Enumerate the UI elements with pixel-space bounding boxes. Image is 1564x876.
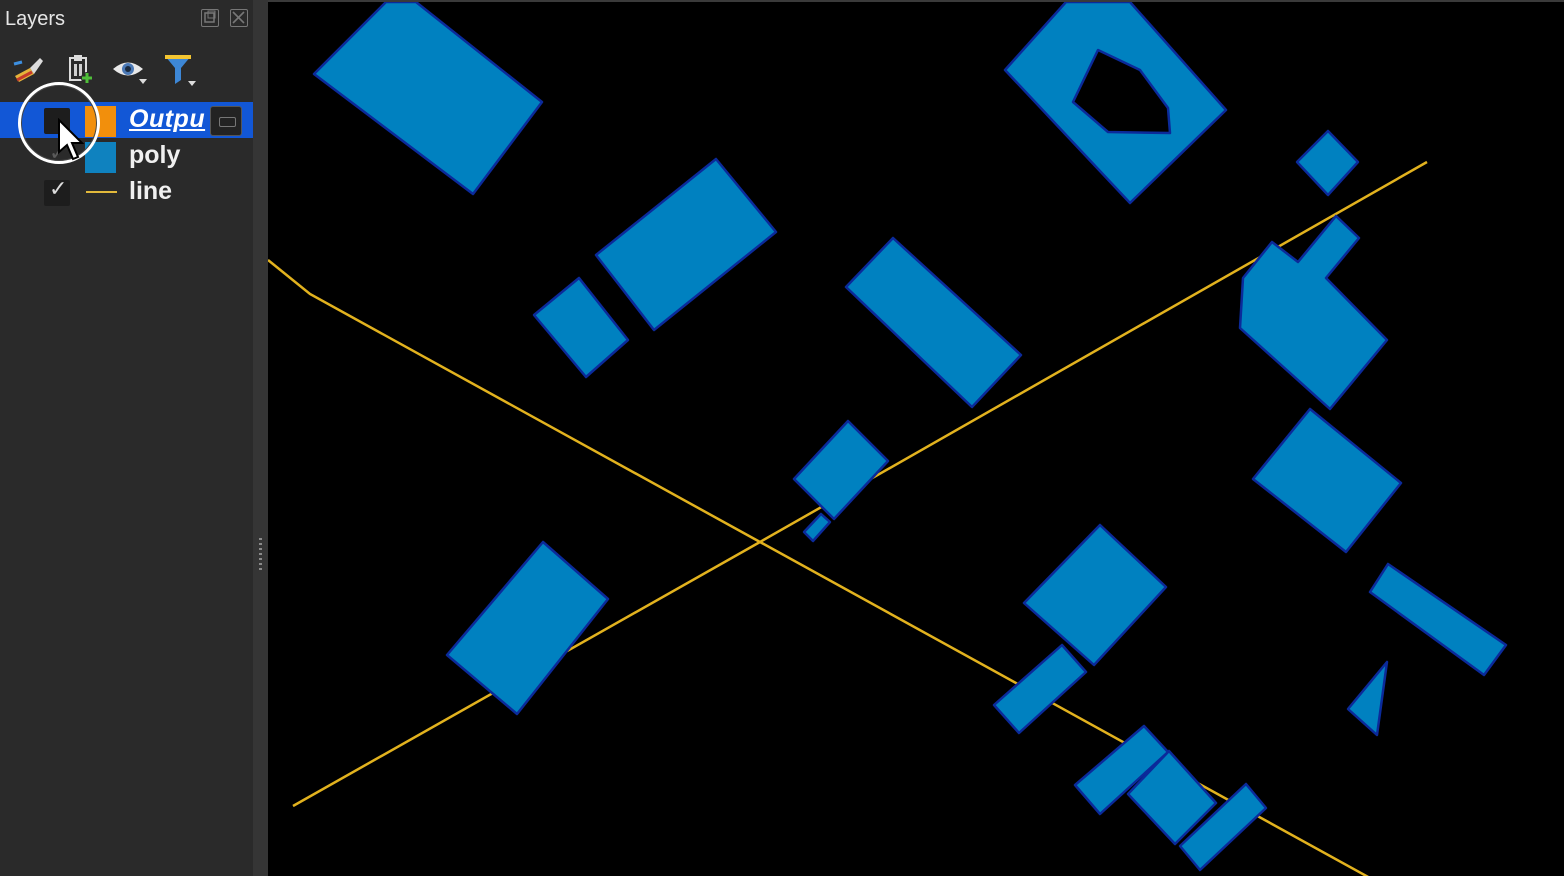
map-svg: [268, 2, 1508, 876]
close-panel-icon[interactable]: [230, 9, 248, 27]
map-canvas[interactable]: [268, 0, 1564, 876]
polygon-feature: [1238, 214, 1389, 411]
polygon-feature: [1295, 129, 1360, 197]
panel-splitter[interactable]: [253, 0, 268, 876]
layer-name[interactable]: poly: [129, 141, 180, 170]
style-brush-icon[interactable]: [10, 52, 46, 88]
panel-title: Layers: [5, 8, 66, 30]
layer-line-swatch: [86, 191, 117, 193]
line-feature: [268, 259, 1369, 876]
polygon-feature: [802, 512, 832, 543]
polygon-feature: [844, 236, 1023, 409]
layer-name[interactable]: line: [129, 177, 172, 206]
polygon-feature: [1022, 523, 1168, 667]
filter-funnel-icon[interactable]: [162, 52, 198, 88]
layers-panel: Layers Outpu ✓ poly ✓ line: [0, 0, 253, 876]
polygon-feature: [992, 643, 1088, 735]
float-panel-icon[interactable]: [201, 9, 219, 27]
polygon-feature: [1003, 2, 1228, 205]
polygon-feature: [1251, 407, 1403, 554]
polygon-feature: [594, 157, 778, 332]
polygon-feature: [1346, 660, 1389, 737]
checkmark-icon: ✓: [49, 177, 68, 202]
layer-row-line[interactable]: ✓ line: [0, 174, 253, 210]
polygon-feature: [792, 419, 890, 521]
polygon-feature: [532, 276, 630, 379]
polygon-feature: [445, 540, 610, 716]
layer-indicator-icon[interactable]: [210, 106, 242, 136]
polygon-feature: [312, 2, 544, 196]
mouse-cursor-icon: [58, 118, 85, 161]
polygon-feature: [1368, 562, 1508, 677]
visibility-eye-icon[interactable]: [110, 52, 147, 88]
